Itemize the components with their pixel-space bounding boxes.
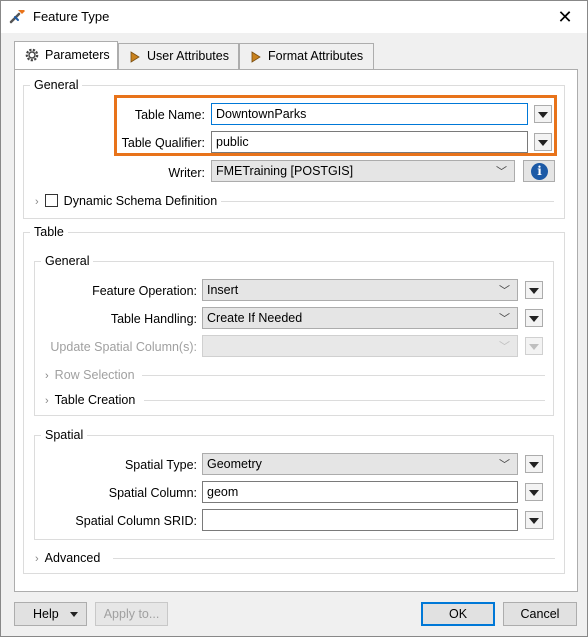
advanced-label: Advanced [44,551,101,565]
spatial-column-label: Spatial Column: [108,486,197,500]
table-creation-expander[interactable]: › Table Creation [45,393,135,407]
table-qualifier-label: Table Qualifier: [121,136,205,150]
dynamic-schema-label: Dynamic Schema Definition [63,194,218,208]
table-handling-value: Create If Needed [207,311,303,325]
group-label: Table [30,225,68,239]
tab-label: Parameters [45,48,110,62]
tab-parameters[interactable]: Parameters [14,41,118,69]
spatial-type-select[interactable]: Geometry ﹀ [202,453,518,475]
spatial-column-dropdown-button[interactable] [525,483,543,501]
feature-operation-label: Feature Operation: [92,284,197,298]
tab-label: Format Attributes [268,49,364,63]
close-button[interactable]: ✕ [553,5,577,29]
feature-operation-value: Insert [207,283,239,297]
spatial-srid-label: Spatial Column SRID: [75,514,197,528]
spatial-type-label: Spatial Type: [124,458,197,472]
dynamic-schema-expander[interactable]: › Dynamic Schema Definition [35,194,217,208]
writer-select[interactable]: FMETraining [POSTGIS] ﹀ [211,160,515,182]
spatial-srid-input[interactable] [202,509,518,531]
arrow-right-icon [130,51,140,63]
update-spatial-label: Update Spatial Column(s): [50,340,197,354]
fme-transformer-icon [9,10,25,24]
chevron-down-icon: ﹀ [499,459,510,471]
group-label: General [30,78,83,92]
update-spatial-dropdown-button[interactable] [525,337,543,355]
feature-operation-select[interactable]: Insert ﹀ [202,279,518,301]
row-selection-expander[interactable]: › Row Selection [45,368,135,382]
apply-to-button[interactable]: Apply to... [95,602,168,626]
chevron-right-icon: › [35,553,39,565]
advanced-expander[interactable]: › Advanced [35,551,100,565]
help-button[interactable]: Help [14,602,87,626]
table-qualifier-input[interactable]: public [211,131,528,153]
cancel-button[interactable]: Cancel [503,602,577,626]
feature-operation-dropdown-button[interactable] [525,281,543,299]
chevron-down-icon: ﹀ [496,166,507,178]
info-icon: i [531,163,548,180]
spatial-column-input[interactable]: geom [202,481,518,503]
divider [142,375,545,376]
table-name-dropdown-button[interactable] [534,105,552,123]
ok-button[interactable]: OK [421,602,495,626]
group-label: Spatial [41,428,88,442]
feature-type-dialog: Feature Type ✕ Parameters User Attribute… [0,0,588,637]
dynamic-schema-checkbox[interactable] [44,194,58,207]
chevron-down-icon: ﹀ [499,285,510,297]
chevron-right-icon: › [45,370,49,382]
chevron-right-icon: › [45,395,49,407]
writer-info-button[interactable]: i [523,160,555,182]
divider [144,400,545,401]
writer-value: FMETraining [POSTGIS] [216,164,354,178]
table-name-input[interactable]: DowntownParks [211,103,528,125]
caret-down-icon [70,612,78,617]
table-name-label: Table Name: [134,108,205,122]
spatial-type-value: Geometry [207,457,262,471]
spatial-srid-dropdown-button[interactable] [525,511,543,529]
tab-label: User Attributes [147,49,229,63]
row-selection-label: Row Selection [54,368,135,382]
divider [221,201,554,202]
table-handling-select[interactable]: Create If Needed ﹀ [202,307,518,329]
window-title: Feature Type [33,9,110,24]
divider [113,558,555,559]
chevron-right-icon: › [35,196,39,208]
tab-format-attributes[interactable]: Format Attributes [239,43,374,69]
group-label: General [41,254,94,268]
chevron-down-icon: ﹀ [499,341,510,353]
table-qualifier-dropdown-button[interactable] [534,133,552,151]
table-creation-label: Table Creation [54,393,136,407]
gear-icon [25,48,39,62]
help-label: Help [33,607,59,621]
title-bar: Feature Type ✕ [1,1,587,33]
table-handling-dropdown-button[interactable] [525,309,543,327]
tab-user-attributes[interactable]: User Attributes [118,43,239,69]
writer-label: Writer: [168,166,205,180]
spatial-type-dropdown-button[interactable] [525,455,543,473]
update-spatial-select[interactable]: ﹀ [202,335,518,357]
chevron-down-icon: ﹀ [499,313,510,325]
arrow-right-icon [251,51,261,63]
table-handling-label: Table Handling: [110,312,197,326]
